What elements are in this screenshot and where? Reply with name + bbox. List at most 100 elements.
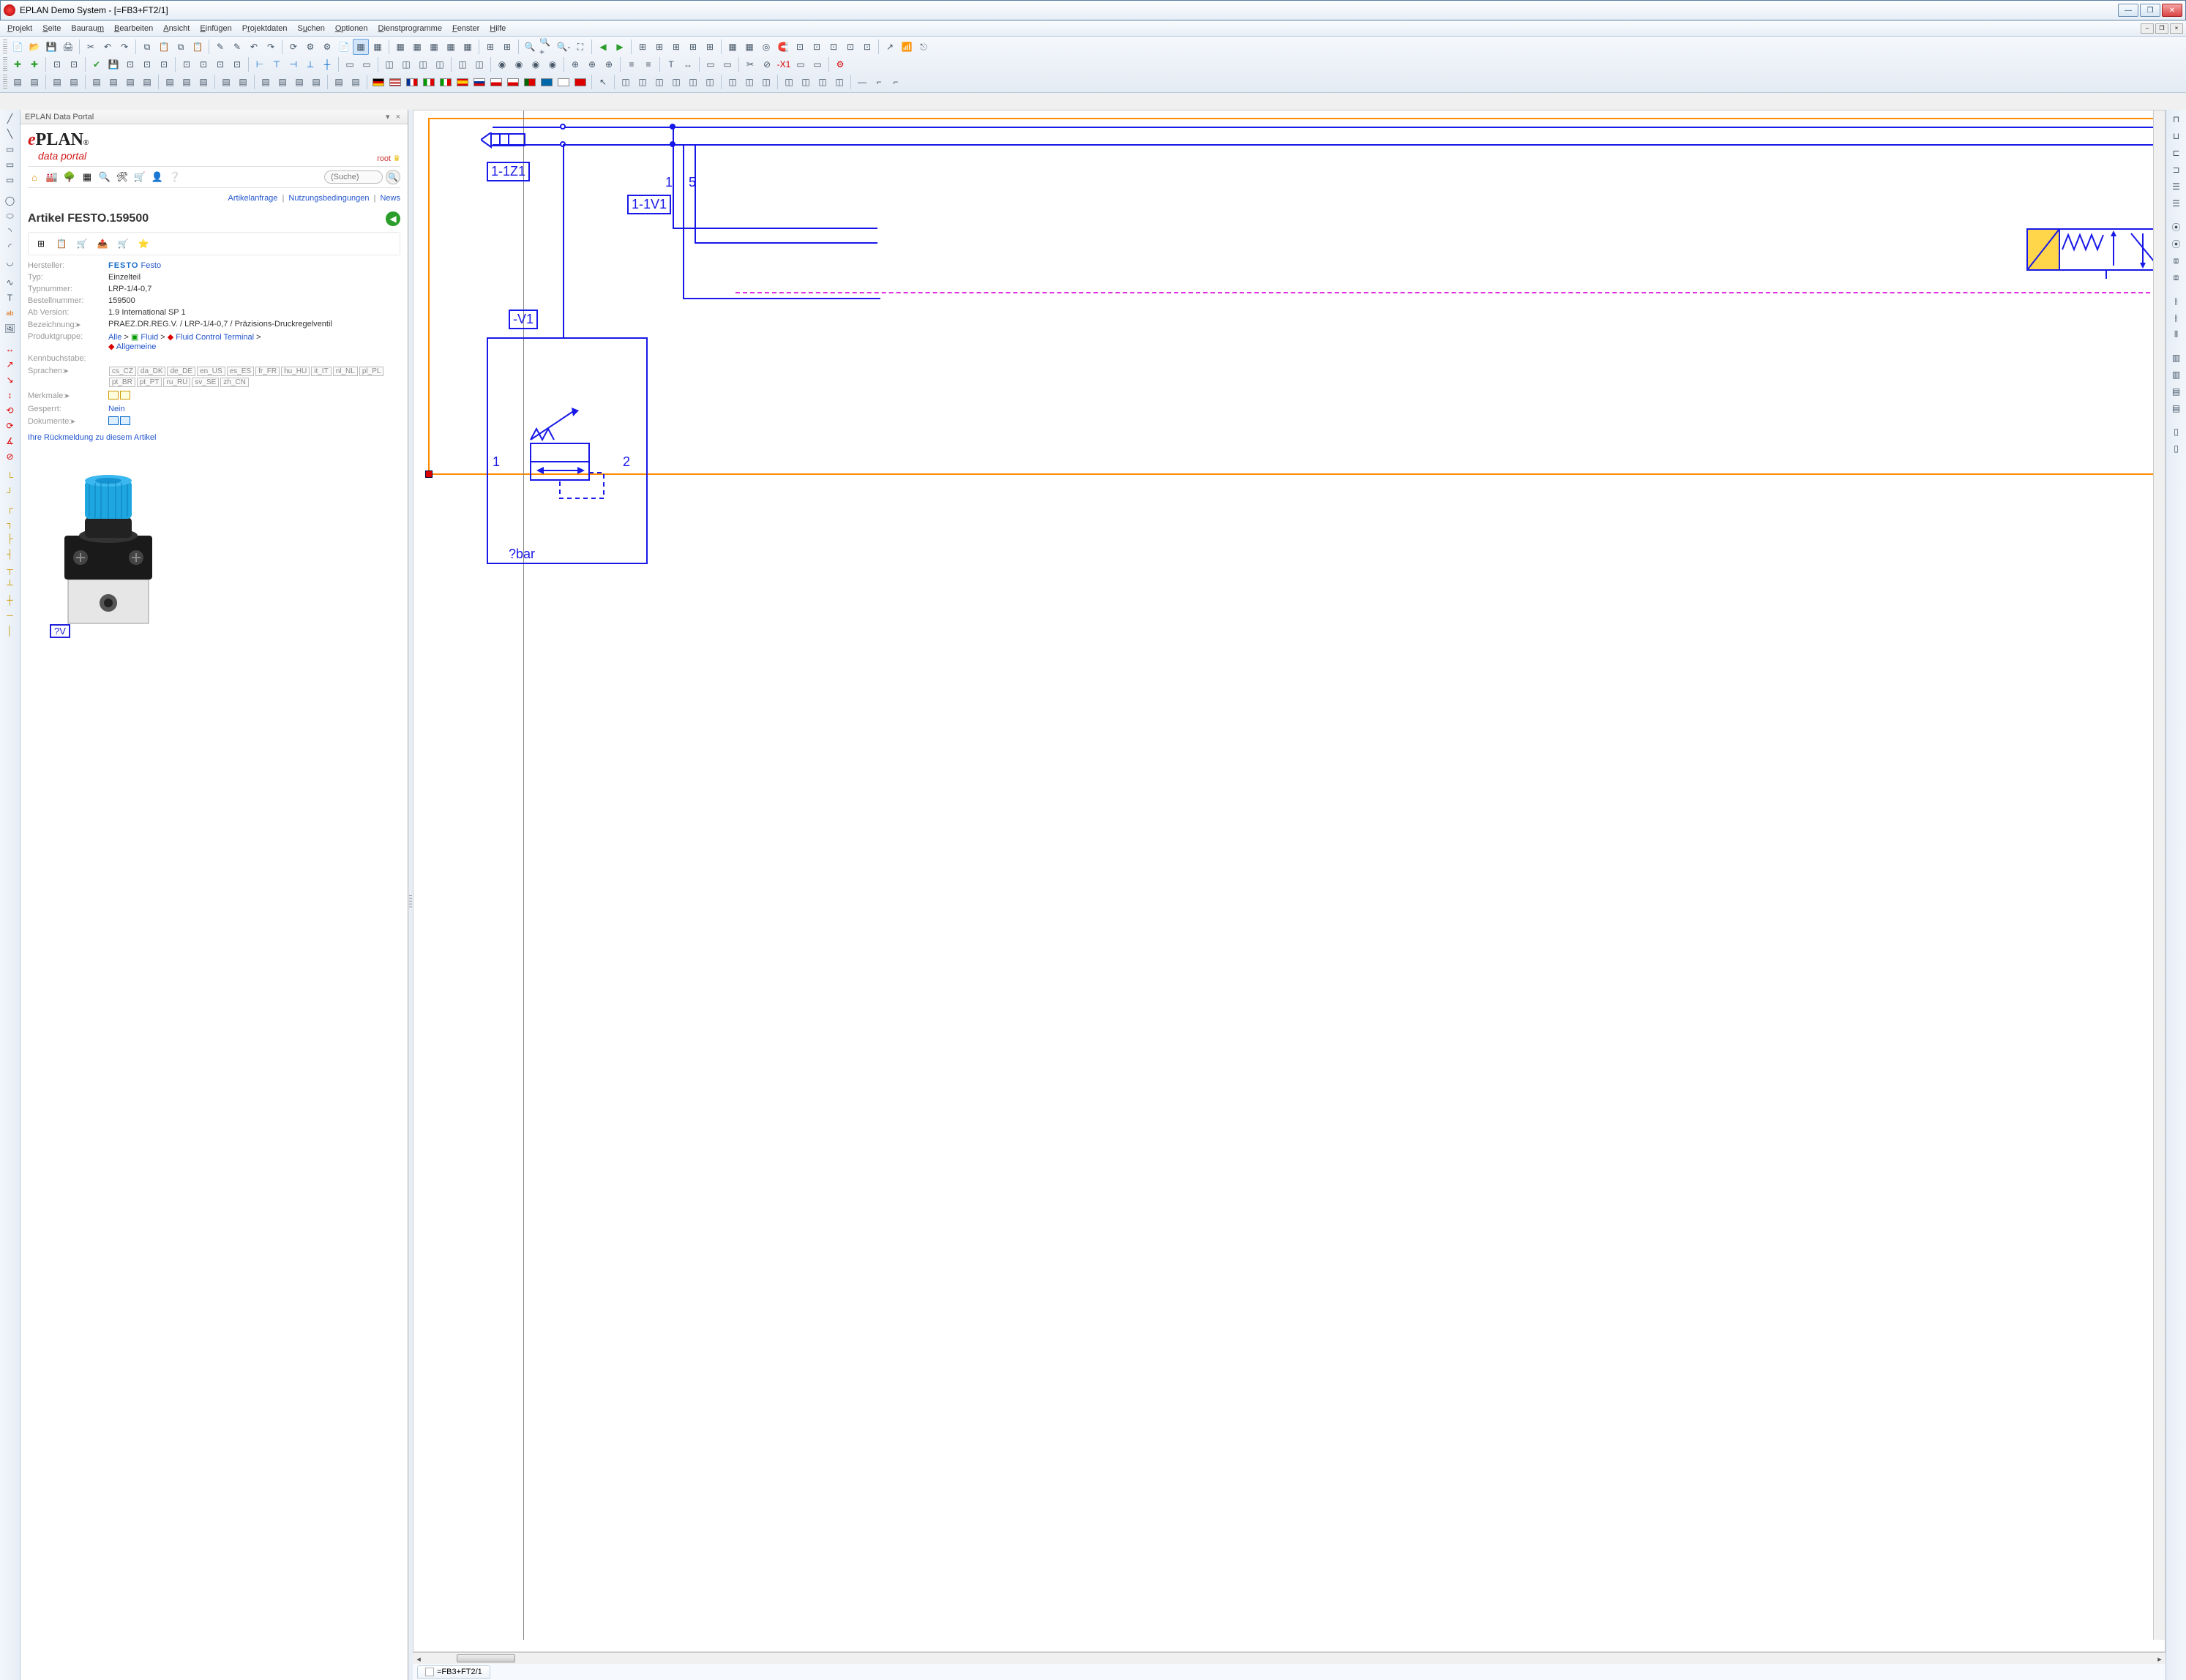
- view5-icon[interactable]: ⊡: [792, 39, 808, 55]
- rt-8-icon[interactable]: ⦿: [2168, 236, 2185, 252]
- t3-icon[interactable]: ⊣: [285, 56, 302, 72]
- paste-icon[interactable]: 📋: [156, 39, 172, 55]
- link-allg[interactable]: Allgemeine: [116, 342, 156, 351]
- menu-fenster[interactable]: Fenster: [448, 23, 484, 34]
- gr6-icon[interactable]: ◫: [702, 74, 718, 90]
- link-nutzung[interactable]: Nutzungsbedingungen: [288, 194, 369, 203]
- sel2-icon[interactable]: ▭: [719, 56, 735, 72]
- gr8-icon[interactable]: ◫: [741, 74, 757, 90]
- table2-icon[interactable]: ⊞: [651, 39, 667, 55]
- maximize-button[interactable]: ❐: [2140, 4, 2160, 17]
- comp6-icon[interactable]: ◫: [432, 56, 448, 72]
- list12-icon[interactable]: ▤: [218, 74, 234, 90]
- zoomout-icon[interactable]: 🔍-: [555, 39, 572, 55]
- bus1-icon[interactable]: ≡: [624, 56, 640, 72]
- lt-ab-icon[interactable]: ab: [2, 306, 18, 320]
- list11-icon[interactable]: ▤: [195, 74, 212, 90]
- flag-se-icon[interactable]: [539, 74, 555, 90]
- flag-cn-icon[interactable]: [572, 74, 588, 90]
- comp2-icon[interactable]: ▭: [359, 56, 375, 72]
- ext-icon[interactable]: ⎋: [916, 39, 932, 55]
- list19-icon[interactable]: ▤: [348, 74, 364, 90]
- dp-user-icon[interactable]: 👤: [151, 170, 164, 184]
- menu-einfuegen[interactable]: Einfügen: [195, 23, 236, 34]
- flag-fr-icon[interactable]: [404, 74, 420, 90]
- gr13-icon[interactable]: ◫: [831, 74, 847, 90]
- tool2-icon[interactable]: ⚙: [319, 39, 335, 55]
- lt-rect2-icon[interactable]: ▭: [2, 157, 18, 172]
- lt-dim2-icon[interactable]: ↗: [2, 357, 18, 372]
- rt-2-icon[interactable]: ⊔: [2168, 128, 2185, 144]
- copy-icon[interactable]: ⧉: [139, 39, 155, 55]
- open-icon[interactable]: 📂: [26, 39, 42, 55]
- flag-pt-icon[interactable]: [522, 74, 538, 90]
- lt-dim1-icon[interactable]: ↔: [2, 342, 18, 356]
- gr5-icon[interactable]: ◫: [685, 74, 701, 90]
- rt-5-icon[interactable]: ☰: [2168, 179, 2185, 195]
- lt-polyline-icon[interactable]: ╲: [2, 127, 18, 141]
- act-export-icon[interactable]: 📤: [96, 237, 109, 250]
- print-icon[interactable]: 🖨: [60, 39, 76, 55]
- comp4-icon[interactable]: ◫: [398, 56, 414, 72]
- minimize-button[interactable]: —: [2118, 4, 2138, 17]
- sym6-icon[interactable]: ⊡: [179, 56, 195, 72]
- gr4-icon[interactable]: ◫: [668, 74, 684, 90]
- gridD-icon[interactable]: ▦: [443, 39, 459, 55]
- dp-cart-icon[interactable]: 🛒: [133, 170, 146, 184]
- rt-14-icon[interactable]: ▥: [2168, 350, 2185, 366]
- gr16-icon[interactable]: ⌐: [888, 74, 904, 90]
- dp-tree-icon[interactable]: 🌳: [63, 170, 76, 184]
- lt-c10-icon[interactable]: ─: [2, 608, 18, 623]
- sym1-icon[interactable]: ⊡: [49, 56, 65, 72]
- gr14-icon[interactable]: —: [854, 74, 870, 90]
- new-icon[interactable]: 📄: [10, 39, 26, 55]
- lt-img-icon[interactable]: 🖼: [2, 321, 18, 336]
- link-news[interactable]: News: [380, 194, 400, 203]
- lt-c6-icon[interactable]: ┤: [2, 547, 18, 561]
- mdi-close[interactable]: ×: [2170, 23, 2183, 34]
- flag-kr-icon[interactable]: [555, 74, 572, 90]
- link-artikelanfrage[interactable]: Artikelanfrage: [228, 194, 278, 203]
- rss-icon[interactable]: 📶: [899, 39, 915, 55]
- cut-icon[interactable]: ✂: [83, 39, 99, 55]
- flag-it2-icon[interactable]: [438, 74, 454, 90]
- menu-bearbeiten[interactable]: Bearbeiten: [110, 23, 157, 34]
- toolbar-grip[interactable]: [3, 75, 7, 89]
- grid-icon[interactable]: ▦: [353, 39, 369, 55]
- sym9-icon[interactable]: ⊡: [229, 56, 245, 72]
- sym4-icon[interactable]: ⊡: [139, 56, 155, 72]
- view9-icon[interactable]: ⊡: [859, 39, 875, 55]
- link-fct[interactable]: Fluid Control Terminal: [176, 333, 254, 342]
- back-button[interactable]: ◀: [386, 211, 400, 226]
- grid2-icon[interactable]: ▦: [370, 39, 386, 55]
- link-alle[interactable]: Alle: [108, 333, 121, 342]
- list4-icon[interactable]: ▤: [66, 74, 82, 90]
- sym5-icon[interactable]: ⊡: [156, 56, 172, 72]
- save2-icon[interactable]: 💾: [105, 56, 121, 72]
- list7-icon[interactable]: ▤: [122, 74, 138, 90]
- list15-icon[interactable]: ▤: [274, 74, 291, 90]
- lt-line-icon[interactable]: ╱: [2, 111, 18, 126]
- redo-icon[interactable]: ↷: [116, 39, 132, 55]
- horizontal-scrollbar[interactable]: ◂ ▸: [413, 1652, 2166, 1664]
- table5-icon[interactable]: ⊞: [702, 39, 718, 55]
- undo2-icon[interactable]: ↶: [246, 39, 262, 55]
- toolbar-grip[interactable]: [3, 57, 7, 72]
- node7-icon[interactable]: ⊕: [601, 56, 617, 72]
- menu-optionen[interactable]: Optionen: [331, 23, 373, 34]
- gr12-icon[interactable]: ◫: [815, 74, 831, 90]
- gr1-icon[interactable]: ◫: [618, 74, 634, 90]
- cfg-icon[interactable]: ⚙: [832, 56, 848, 72]
- view8-icon[interactable]: ⊡: [842, 39, 858, 55]
- lt-dim8-icon[interactable]: ⊘: [2, 449, 18, 464]
- t4-icon[interactable]: ⊥: [302, 56, 318, 72]
- lt-arc1-icon[interactable]: ◝: [2, 224, 18, 239]
- menu-hilfe[interactable]: Hilfe: [485, 23, 510, 34]
- dp-home-icon[interactable]: ⌂: [28, 170, 41, 184]
- act-tree-icon[interactable]: ⊞: [34, 237, 48, 250]
- rt-19-icon[interactable]: ▯: [2168, 440, 2185, 457]
- flag-pl-icon[interactable]: [488, 74, 504, 90]
- dim-icon[interactable]: ↔: [680, 56, 696, 72]
- rt-9-icon[interactable]: ⧈: [2168, 252, 2185, 269]
- puzzle2-icon[interactable]: ✚: [26, 56, 42, 72]
